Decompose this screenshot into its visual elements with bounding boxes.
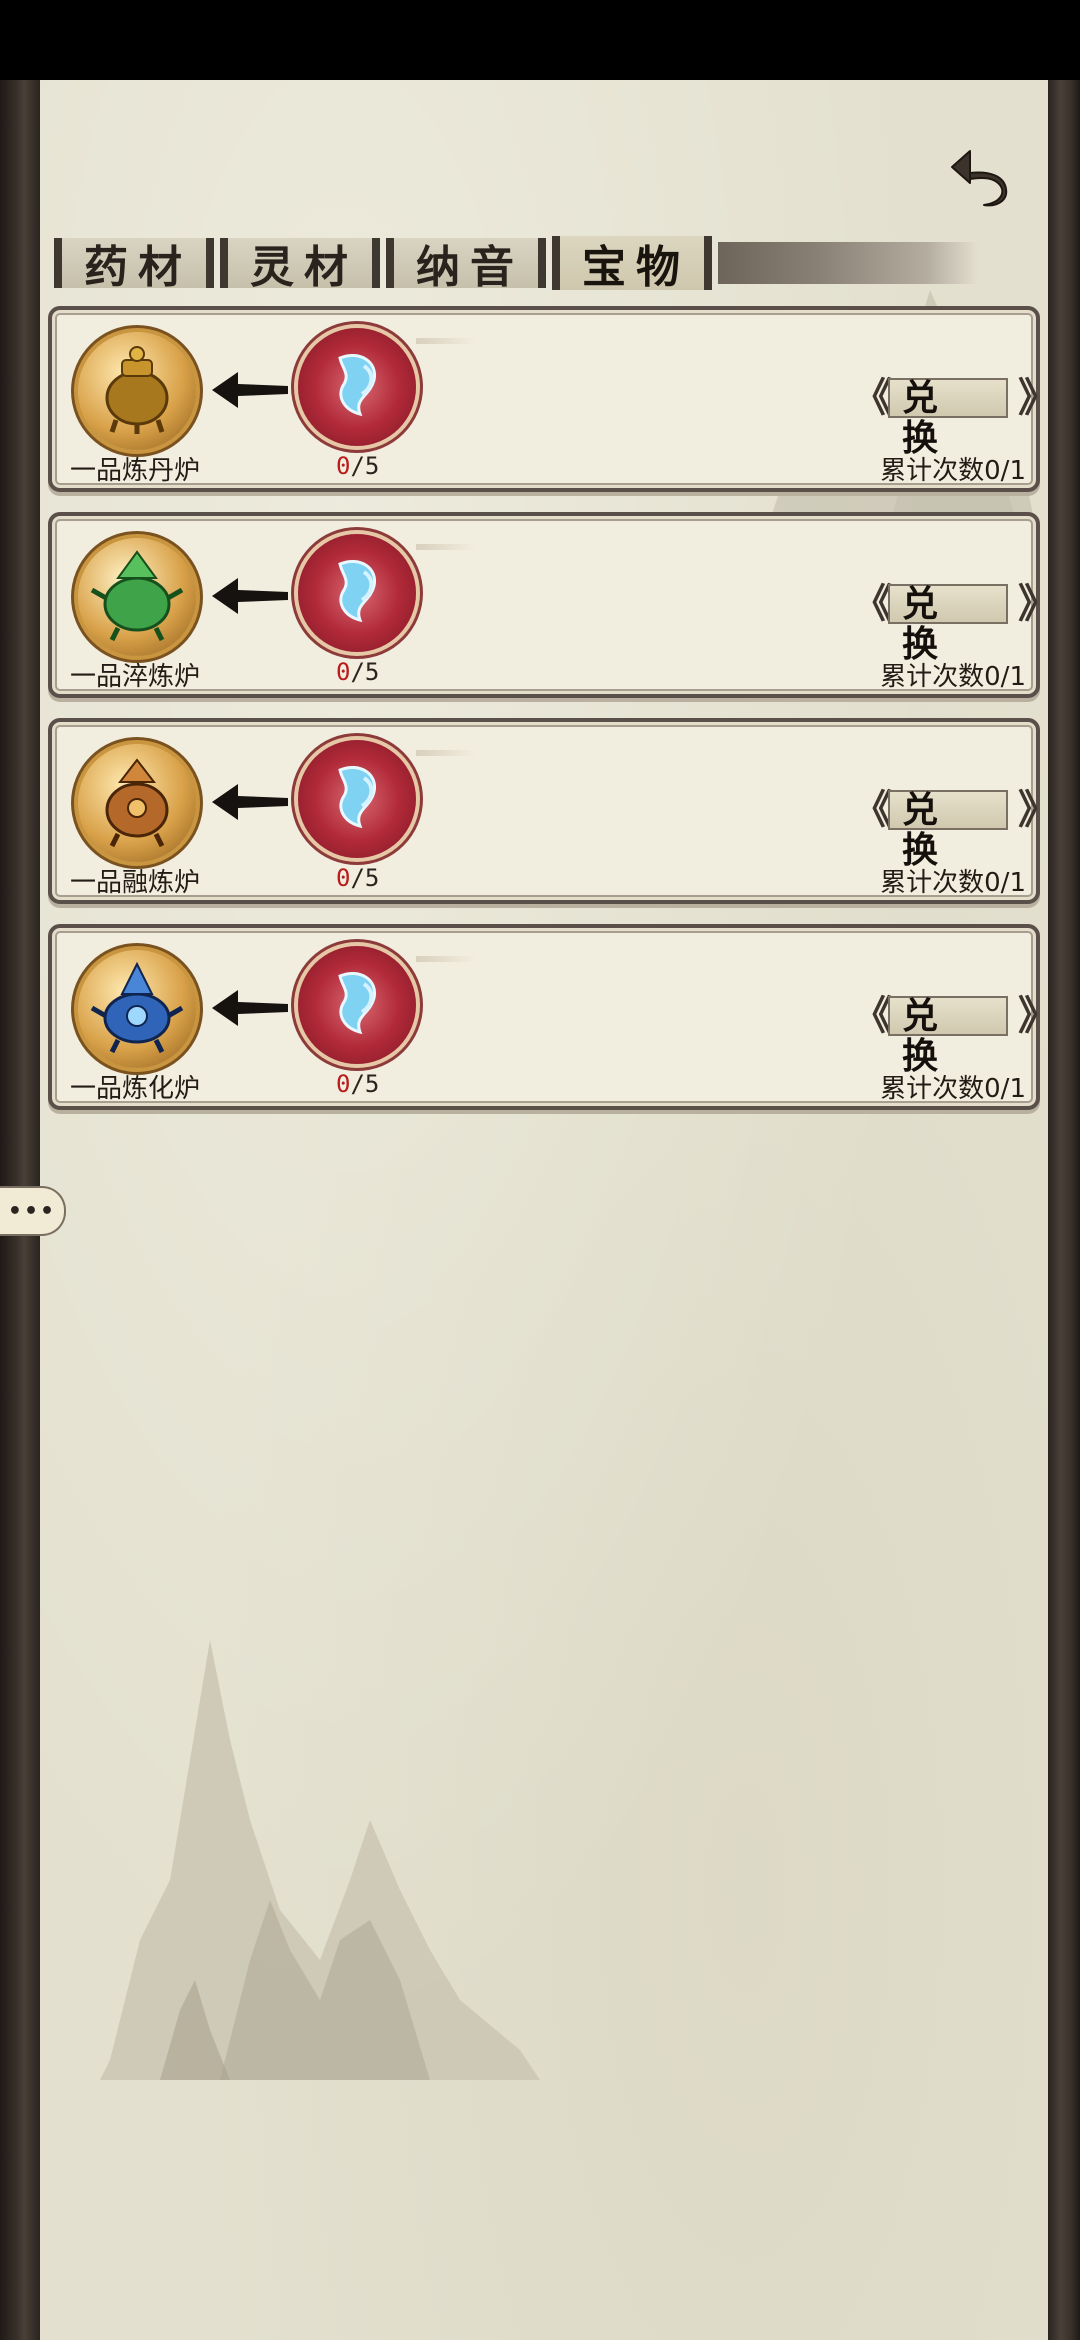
item-name: 一品炼化炉 xyxy=(70,1074,201,1104)
chevron-left-icon: 《 xyxy=(852,993,892,1039)
chevron-right-icon: 》 xyxy=(1018,787,1058,833)
chevron-left-icon: 《 xyxy=(852,375,892,421)
left-arrow-icon xyxy=(212,784,288,820)
tab-nayin[interactable]: 纳音 xyxy=(386,238,546,293)
chevron-left-icon: 《 xyxy=(852,787,892,833)
exchange-button-label: 兑换 xyxy=(888,996,1008,1076)
green-cauldron-icon[interactable] xyxy=(78,538,196,656)
left-arrow-icon xyxy=(212,578,288,614)
category-tabs: 药材 灵材 纳音 宝物 xyxy=(54,236,978,293)
exchange-item-card: 一品炼化炉 0/5 《 兑换 》 累计次数0/1 xyxy=(48,924,1058,1110)
spirit-crystal-token-icon[interactable] xyxy=(298,328,476,446)
exchange-button-label: 兑换 xyxy=(888,378,1008,458)
cumulative-count: 累计次数0/1 xyxy=(880,662,1026,692)
item-name: 一品融炼炉 xyxy=(70,868,201,898)
ink-mountain-decoration xyxy=(100,1640,540,2080)
back-button[interactable] xyxy=(948,145,1020,209)
cumulative-count: 累计次数0/1 xyxy=(880,456,1026,486)
tab-spirit-materials[interactable]: 灵材 xyxy=(220,238,380,293)
bronze-cauldron-icon[interactable] xyxy=(78,744,196,862)
material-progress: 0/5 xyxy=(336,864,380,892)
exchange-item-card: 一品融炼炉 0/5 《 兑换 》 累计次数0/1 xyxy=(48,718,1058,904)
chevron-right-icon: 》 xyxy=(1018,375,1058,421)
status-bar xyxy=(0,0,1080,80)
left-arrow-icon xyxy=(212,990,288,1026)
left-arrow-icon xyxy=(212,372,288,408)
exchange-button[interactable]: 《 兑换 》 xyxy=(852,993,1058,1076)
more-dots-icon[interactable]: ••• xyxy=(0,1186,66,1236)
exchange-button-label: 兑换 xyxy=(888,790,1008,870)
exchange-button[interactable]: 《 兑换 》 xyxy=(852,375,1058,458)
tab-treasures[interactable]: 宝物 xyxy=(552,236,712,293)
exchange-button[interactable]: 《 兑换 》 xyxy=(852,581,1058,664)
blue-cauldron-icon[interactable] xyxy=(78,950,196,1068)
tab-herbs[interactable]: 药材 xyxy=(54,238,214,293)
exchange-button[interactable]: 《 兑换 》 xyxy=(852,787,1058,870)
cumulative-count: 累计次数0/1 xyxy=(880,868,1026,898)
chevron-left-icon: 《 xyxy=(852,581,892,627)
item-name: 一品淬炼炉 xyxy=(70,662,201,692)
material-progress: 0/5 xyxy=(336,452,380,480)
exchange-item-card: 一品炼丹炉 0/5 《 兑换 》 累计次数0/1 xyxy=(48,306,1058,492)
tab-bar-tail xyxy=(718,242,978,284)
spirit-crystal-token-icon[interactable] xyxy=(298,534,476,652)
cumulative-count: 累计次数0/1 xyxy=(880,1074,1026,1104)
gold-cauldron-icon[interactable] xyxy=(78,332,196,450)
spirit-crystal-token-icon[interactable] xyxy=(298,946,476,1064)
exchange-button-label: 兑换 xyxy=(888,584,1008,664)
item-name: 一品炼丹炉 xyxy=(70,456,201,486)
chevron-right-icon: 》 xyxy=(1018,993,1058,1039)
app-screen: 药材 灵材 纳音 宝物 一品炼丹炉 0/5 《 兑换 》 累计次数0/1 一品淬… xyxy=(0,0,1080,2340)
exchange-item-card: 一品淬炼炉 0/5 《 兑换 》 累计次数0/1 xyxy=(48,512,1058,698)
material-progress: 0/5 xyxy=(336,1070,380,1098)
undo-arrow-icon xyxy=(951,150,1008,207)
material-progress: 0/5 xyxy=(336,658,380,686)
chevron-right-icon: 》 xyxy=(1018,581,1058,627)
spirit-crystal-token-icon[interactable] xyxy=(298,740,476,858)
